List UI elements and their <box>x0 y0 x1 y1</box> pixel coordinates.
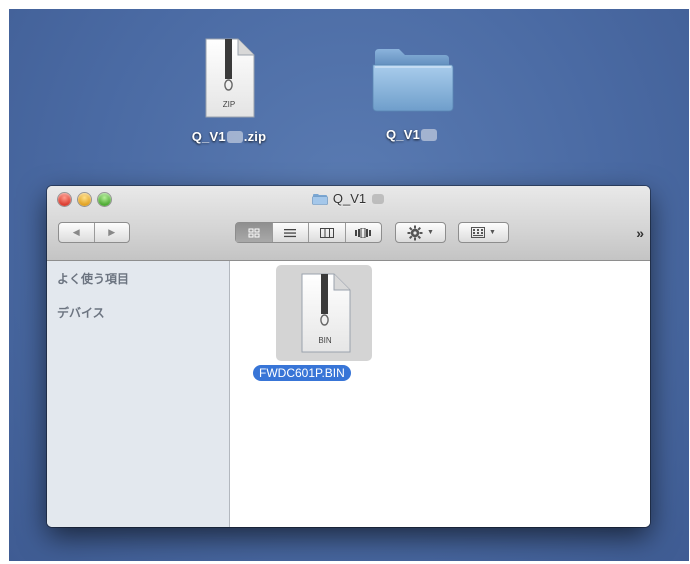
svg-text:BIN: BIN <box>318 336 332 345</box>
zip-label-prefix: Q_V1 <box>191 129 226 144</box>
chevron-down-icon: ▼ <box>427 229 434 236</box>
window-title-text: Q_V1 <box>332 191 367 206</box>
desktop-folder[interactable]: Q_V1 <box>357 43 467 144</box>
gear-icon <box>407 225 423 240</box>
zip-label-suffix: .zip <box>243 129 267 144</box>
back-arrow-icon: ◀ <box>72 227 80 237</box>
folder-icon <box>372 49 454 112</box>
back-button[interactable]: ◀ <box>59 223 94 242</box>
forward-button[interactable]: ▶ <box>93 223 130 242</box>
redacted-text <box>372 193 385 204</box>
file-browser-content: BIN FWDC601P.BIN <box>230 261 650 527</box>
folder-icon <box>312 193 328 205</box>
view-mode-segmented-control <box>235 222 382 243</box>
sidebar-heading-favorites[interactable]: よく使う項目 <box>57 270 129 287</box>
chevron-down-icon: ▼ <box>489 229 496 236</box>
column-view-button[interactable] <box>308 223 345 242</box>
window-title: Q_V1 <box>47 191 650 206</box>
icon-view-button[interactable] <box>236 223 272 242</box>
coverflow-icon <box>355 227 372 238</box>
forward-arrow-icon: ▶ <box>108 227 116 237</box>
columns-icon <box>319 227 334 238</box>
back-forward-buttons: ◀ ▶ <box>58 222 130 243</box>
arrange-menu-button[interactable]: ▼ <box>458 222 509 243</box>
toolbar-overflow-icon[interactable]: » <box>636 225 644 241</box>
arrange-grid-icon <box>471 227 486 238</box>
file-name-label: FWDC601P.BIN <box>253 365 351 381</box>
bin-file-icon: BIN <box>301 273 351 353</box>
icon-grid-icon <box>248 228 260 237</box>
redacted-text <box>421 128 438 141</box>
action-menu-button[interactable]: ▼ <box>395 222 446 243</box>
folder-label: Q_V1 <box>386 127 438 142</box>
sidebar: よく使う項目 デバイス <box>47 261 230 527</box>
list-view-button[interactable] <box>271 223 309 242</box>
window-toolbar: Q_V1 ◀ ▶ ▼ ▼ » <box>47 186 650 261</box>
zip-file-label: Q_V1 .zip <box>192 129 267 144</box>
redacted-text <box>226 130 243 143</box>
sidebar-heading-devices[interactable]: デバイス <box>57 304 105 321</box>
zip-archive-icon: ZIP <box>205 38 255 118</box>
list-lines-icon <box>284 228 297 237</box>
desktop-zip-file[interactable]: ZIP Q_V1 .zip <box>169 35 289 146</box>
folder-label-prefix: Q_V1 <box>385 127 421 142</box>
coverflow-view-button[interactable] <box>344 223 382 242</box>
svg-text:ZIP: ZIP <box>223 100 235 109</box>
finder-window: Q_V1 ◀ ▶ ▼ ▼ » よく使う項目 デバイス BIN FWDC601P.… <box>47 186 650 527</box>
desktop: ZIP Q_V1 .zip Q_V1 Q_V1 ◀ ▶ ▼ ▼ » よく使う項目… <box>9 9 689 561</box>
